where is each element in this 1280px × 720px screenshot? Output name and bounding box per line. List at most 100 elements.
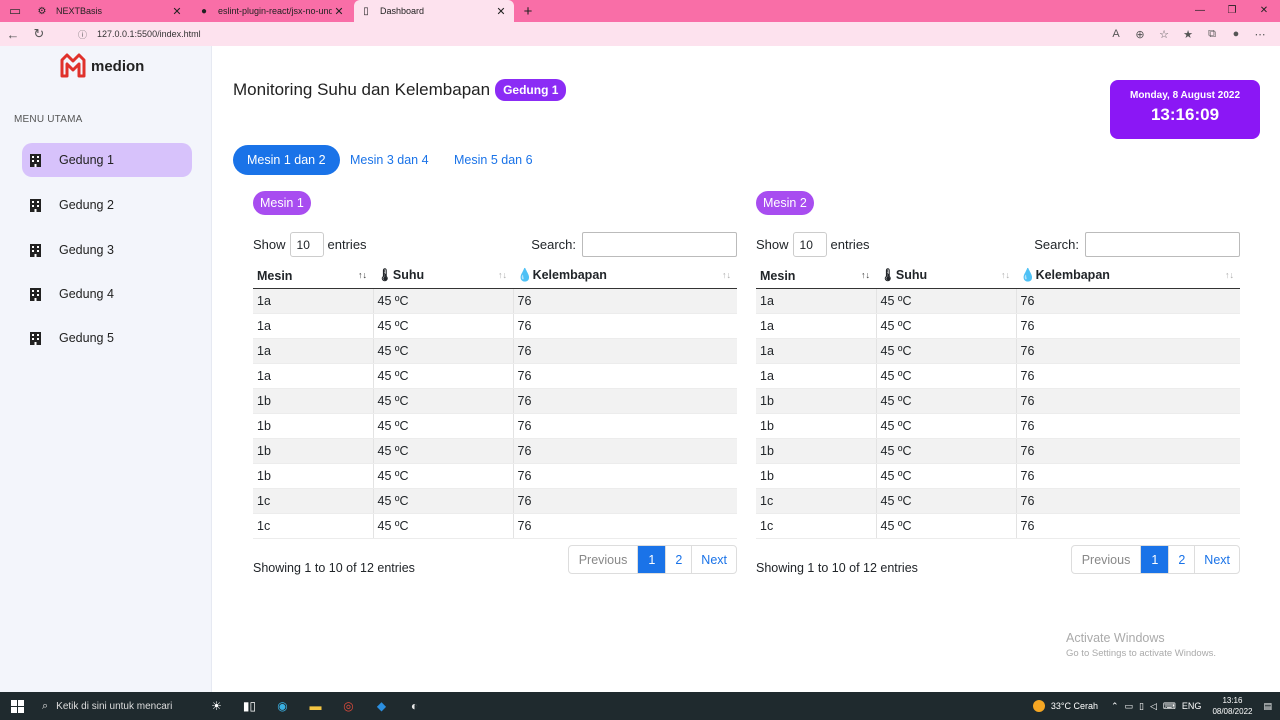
- refresh-icon[interactable]: ↻: [26, 26, 52, 42]
- cell-kelembapan: 76: [513, 488, 737, 514]
- cell-kelembapan: 76: [513, 513, 737, 539]
- previous-button[interactable]: Previous: [569, 546, 638, 573]
- tab-mesin-1-2[interactable]: Mesin 1 dan 2: [233, 145, 340, 175]
- close-window-icon[interactable]: ✕: [1248, 0, 1280, 22]
- cell-mesin: 1b: [756, 413, 877, 439]
- system-tray: 33°C Cerah ⌃ ▭ ▯ ◁ ⌨ ENG 13:16 08/08/202…: [1032, 692, 1280, 720]
- sidebar-item-gedung-1[interactable]: Gedung 1: [22, 143, 192, 177]
- restore-icon[interactable]: ❐: [1216, 0, 1248, 22]
- column-header-kelembapan[interactable]: 💧Kelembapan ↑↓: [513, 264, 737, 289]
- entries-select[interactable]: 10: [792, 232, 827, 257]
- weather-text: 33°C Cerah: [1050, 701, 1098, 711]
- entries-select[interactable]: 10: [289, 232, 324, 257]
- close-icon[interactable]: ✕: [332, 5, 346, 18]
- column-label: Suhu: [895, 268, 928, 283]
- windows-start-icon[interactable]: [0, 692, 34, 720]
- new-tab-icon[interactable]: +: [516, 0, 540, 22]
- tab-mesin-5-6[interactable]: Mesin 5 dan 6: [440, 145, 547, 175]
- column-header-suhu[interactable]: 🌡Suhu ↑↓: [373, 264, 513, 289]
- close-icon[interactable]: ✕: [494, 5, 508, 18]
- column-label: Kelembapan: [1035, 268, 1110, 283]
- sort-icon: ↑↓: [722, 270, 731, 280]
- droplet-icon: 💧: [517, 268, 533, 283]
- file-explorer-icon[interactable]: ▬: [299, 692, 332, 720]
- tab-mesin-3-4[interactable]: Mesin 3 dan 4: [336, 145, 443, 175]
- page-button-2[interactable]: 2: [1168, 546, 1194, 573]
- zoom-icon[interactable]: ⊕: [1128, 28, 1152, 41]
- volume-icon[interactable]: ◁: [1150, 701, 1157, 712]
- cell-suhu: 45 ºC: [373, 438, 514, 464]
- edge-icon[interactable]: ◉: [266, 692, 299, 720]
- cell-mesin: 1a: [756, 313, 877, 339]
- chrome-icon[interactable]: ◎: [332, 692, 365, 720]
- profile-icon[interactable]: ●: [1224, 28, 1248, 40]
- column-label: Kelembapan: [532, 268, 607, 283]
- browser-tab-eslint[interactable]: ● eslint-plugin-react/jsx-no-undef ✕: [192, 0, 352, 22]
- cell-kelembapan: 76: [1016, 338, 1240, 364]
- next-button[interactable]: Next: [691, 546, 736, 573]
- table-header-row: Mesin ↑↓ 🌡Suhu ↑↓ 💧Kelembapan ↑↓: [253, 264, 737, 289]
- cell-suhu: 45 ºC: [876, 363, 1017, 389]
- tab-actions-icon[interactable]: ▭: [0, 0, 30, 22]
- widgets-icon[interactable]: ☀: [200, 692, 233, 720]
- more-icon[interactable]: ⋯: [1248, 28, 1272, 41]
- favorites-icon[interactable]: ★: [1176, 28, 1200, 41]
- cell-suhu: 45 ºC: [373, 338, 514, 364]
- search-input[interactable]: [582, 232, 737, 257]
- cell-suhu: 45 ºC: [876, 438, 1017, 464]
- weather-widget[interactable]: 33°C Cerah: [1032, 700, 1098, 712]
- pagination: Previous 1 2 Next: [567, 545, 737, 574]
- cell-suhu: 45 ºC: [876, 488, 1017, 514]
- network-icon[interactable]: ▭: [1125, 701, 1134, 712]
- browser-tab-dashboard[interactable]: ▯ Dashboard ✕: [354, 0, 514, 22]
- task-view-icon[interactable]: ▮▯: [233, 692, 266, 720]
- notification-icon[interactable]: ▤: [1263, 701, 1272, 712]
- info-icon[interactable]: ⓘ: [78, 28, 87, 41]
- column-header-mesin[interactable]: Mesin ↑↓: [253, 264, 373, 289]
- building-icon: [28, 198, 42, 212]
- language-indicator[interactable]: ENG: [1182, 701, 1202, 711]
- column-header-mesin[interactable]: Mesin ↑↓: [756, 264, 876, 289]
- browser-tab-nextbasis[interactable]: ⚙ NEXTBasis ✕: [30, 0, 190, 22]
- search-input[interactable]: [1085, 232, 1240, 257]
- sidebar-item-gedung-5[interactable]: Gedung 5: [22, 321, 192, 355]
- sidebar-item-gedung-4[interactable]: Gedung 4: [22, 277, 192, 311]
- entries-length: Show 10 entries: [756, 232, 870, 257]
- page-button-1[interactable]: 1: [1140, 546, 1169, 573]
- page-button-2[interactable]: 2: [665, 546, 691, 573]
- thermometer-icon: 🌡: [880, 268, 896, 283]
- sidebar-item-gedung-3[interactable]: Gedung 3: [22, 233, 192, 267]
- close-icon[interactable]: ✕: [170, 5, 184, 18]
- collections-icon[interactable]: ⧉: [1200, 28, 1224, 41]
- minimize-icon[interactable]: —: [1184, 0, 1216, 22]
- table-row: 1b 45 ºC 76: [253, 388, 737, 414]
- column-header-kelembapan[interactable]: 💧Kelembapan ↑↓: [1016, 264, 1240, 289]
- sidebar-item-gedung-2[interactable]: Gedung 2: [22, 188, 192, 222]
- read-aloud-icon[interactable]: A: [1104, 28, 1128, 40]
- vscode-icon[interactable]: ◆: [365, 692, 398, 720]
- cell-mesin: 1b: [756, 388, 877, 414]
- page-title-text: Monitoring Suhu dan Kelembapan: [233, 80, 491, 99]
- back-icon[interactable]: ←: [0, 27, 26, 42]
- page-button-1[interactable]: 1: [637, 546, 666, 573]
- favorite-add-icon[interactable]: ☆: [1152, 28, 1176, 41]
- search-icon: ⌕: [42, 699, 49, 712]
- machine-badge: Mesin 1: [253, 191, 311, 215]
- url-field[interactable]: ⓘ 127.0.0.1:5500/index.html: [70, 24, 1070, 44]
- next-button[interactable]: Next: [1194, 546, 1239, 573]
- table-info: Showing 1 to 10 of 12 entries: [253, 561, 415, 575]
- menu-title: MENU UTAMA: [14, 114, 83, 125]
- logo[interactable]: medion: [58, 52, 144, 80]
- table-row: 1c 45 ºC 76: [253, 488, 737, 514]
- building-icon: [28, 153, 42, 167]
- tab-title: Dashboard: [380, 6, 425, 16]
- table-row: 1c 45 ºC 76: [253, 513, 737, 539]
- column-header-suhu[interactable]: 🌡Suhu ↑↓: [876, 264, 1016, 289]
- keyboard-icon[interactable]: ⌨: [1163, 701, 1176, 712]
- chevron-up-icon[interactable]: ⌃: [1111, 701, 1119, 712]
- battery-icon[interactable]: ▯: [1139, 701, 1144, 712]
- app-icon[interactable]: ◐: [398, 692, 431, 720]
- previous-button[interactable]: Previous: [1072, 546, 1141, 573]
- taskbar-clock[interactable]: 13:16 08/08/2022: [1212, 695, 1252, 717]
- taskbar-search[interactable]: ⌕ Ketik di sini untuk mencari: [34, 692, 200, 720]
